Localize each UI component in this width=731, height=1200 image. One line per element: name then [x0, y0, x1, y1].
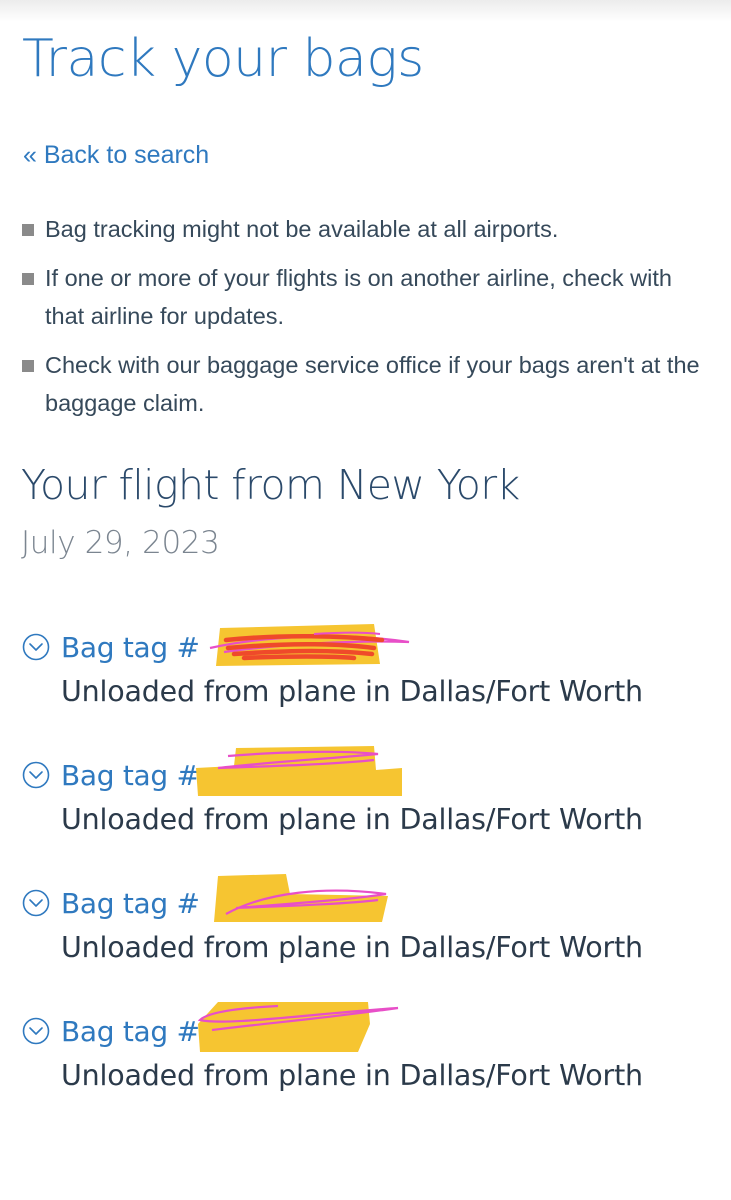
bag-item: Bag tag # Unloaded from plane in Dallas/…	[22, 746, 712, 856]
note-item: Check with our baggage service office if…	[22, 346, 712, 422]
bag-status: Unloaded from plane in Dallas/Fort Worth	[61, 803, 643, 836]
chevron-down-circle-icon[interactable]	[22, 1017, 50, 1045]
chevron-down-circle-icon[interactable]	[22, 633, 50, 661]
back-to-search-link[interactable]: « Back to search	[23, 139, 209, 171]
redaction-scribble	[196, 746, 402, 796]
bag-item: Bag tag # Unloaded from plane in Dallas/…	[22, 1002, 712, 1112]
bag-tag-toggle[interactable]: Bag tag #	[61, 628, 200, 668]
page-title: Track your bags	[22, 29, 424, 89]
redaction-scribble	[214, 874, 388, 922]
bag-tag-label: Bag tag #	[61, 887, 200, 920]
bag-tag-toggle[interactable]: Bag tag #	[61, 1012, 200, 1052]
bag-status: Unloaded from plane in Dallas/Fort Worth	[61, 931, 643, 964]
bag-tag-label: Bag tag #	[61, 631, 200, 664]
chevron-down-circle-icon[interactable]	[22, 761, 50, 789]
square-bullet-icon	[22, 273, 34, 285]
bag-status: Unloaded from plane in Dallas/Fort Worth	[61, 675, 643, 708]
flight-date: July 29, 2023	[21, 525, 220, 561]
info-notes-list: Bag tracking might not be available at a…	[22, 210, 712, 433]
chevron-down-circle-icon[interactable]	[22, 889, 50, 917]
note-text: Check with our baggage service office if…	[45, 352, 700, 416]
bag-item: Bag tag # Unloaded from plane in Dallas/…	[22, 874, 712, 984]
bag-tag-label: Bag tag #	[61, 759, 200, 792]
note-item: If one or more of your flights is on ano…	[22, 259, 712, 335]
bag-status: Unloaded from plane in Dallas/Fort Worth	[61, 1059, 643, 1092]
top-shadow	[0, 0, 731, 22]
note-text: If one or more of your flights is on ano…	[45, 265, 672, 329]
flight-title: Your flight from New York	[21, 461, 520, 509]
bag-item: Bag tag # Unloaded from plane in Dallas/…	[22, 624, 712, 728]
square-bullet-icon	[22, 224, 34, 236]
bag-tag-toggle[interactable]: Bag tag #	[61, 756, 200, 796]
square-bullet-icon	[22, 360, 34, 372]
redaction-scribble	[197, 1002, 399, 1052]
bag-tag-toggle[interactable]: Bag tag #	[61, 884, 200, 924]
redaction-scribble	[209, 624, 410, 666]
note-text: Bag tracking might not be available at a…	[45, 216, 559, 242]
bag-tracking-page: Track your bags « Back to search Bag tra…	[0, 0, 731, 1200]
note-item: Bag tracking might not be available at a…	[22, 210, 712, 248]
bag-tag-label: Bag tag #	[61, 1015, 200, 1048]
